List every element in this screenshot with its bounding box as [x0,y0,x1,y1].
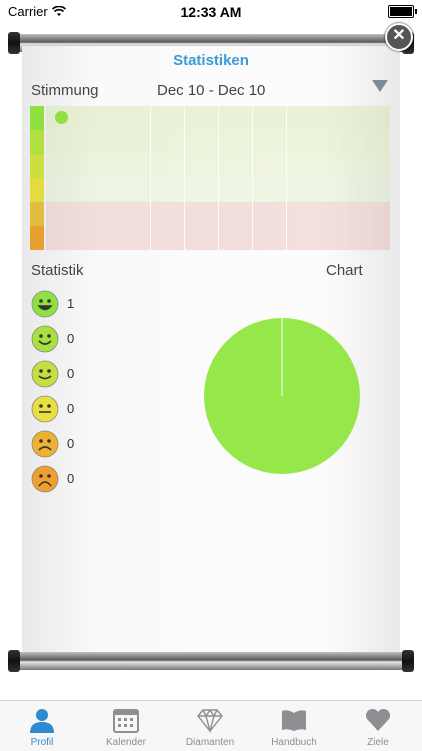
battery-icon [388,5,417,18]
mood-entry-dot[interactable] [55,111,68,124]
tab-label: Profil [30,737,54,748]
tab-kalender[interactable]: Kalender [84,701,168,751]
close-button[interactable]: ✕ [385,23,413,51]
mood-level-marker [30,226,44,250]
statistic-label: Statistik [31,262,84,279]
tab-diamanten[interactable]: Diamanten [168,701,252,751]
tab-label: Diamanten [185,737,235,748]
sad-smiley-icon [31,430,59,458]
tab-bar: Profil Kalender Diamanten Handbuch Ziele [0,700,422,751]
tab-ziele[interactable]: Ziele [336,701,420,751]
mood-count: 0 [67,331,75,346]
date-range[interactable]: Dec 10 - Dec 10 [157,82,265,99]
happy-smiley-icon [31,325,59,353]
grid-line [218,106,219,250]
book-icon [280,706,308,734]
mood-count: 0 [67,366,75,381]
mood-level-marker [30,202,44,226]
mood-level-marker [30,178,44,202]
tab-profil[interactable]: Profil [0,701,84,751]
mood-count: 1 [67,296,75,311]
status-time: 12:33 AM [180,4,242,20]
diamond-icon [196,706,224,734]
status-bar: Carrier 12:33 AM [0,0,422,22]
tab-label: Kalender [105,737,147,748]
tab-handbuch[interactable]: Handbuch [252,701,336,751]
mood-count: 0 [67,436,75,451]
dropdown-icon[interactable] [372,80,388,92]
very-happy-smiley-icon [31,290,59,318]
heart-icon [364,706,392,734]
panel-title: Statistiken [173,52,249,69]
mood-count: 0 [67,401,75,416]
person-icon [28,706,56,734]
content-smiley-icon [31,360,59,388]
tab-label: Ziele [367,737,389,748]
mood-count: 0 [67,471,75,486]
mood-timeline-grid [30,106,390,250]
scroll-rod-bottom [8,650,414,672]
mood-pie-chart [204,318,360,474]
grid-line [252,106,253,250]
grid-line [286,106,287,250]
statistics-panel: Statistiken Stimmung Dec 10 - Dec 10 Sta… [22,46,400,656]
tab-label: Handbuch [271,737,317,748]
mood-level-marker [30,106,44,130]
mood-level-marker [30,154,44,178]
very-sad-smiley-icon [31,465,59,493]
chart-label: Chart [326,262,363,279]
neutral-smiley-icon [31,395,59,423]
mood-label: Stimmung [31,82,99,99]
mood-level-marker [30,130,44,154]
grid-line [150,106,151,250]
calendar-icon [112,706,140,734]
grid-line [184,106,185,250]
